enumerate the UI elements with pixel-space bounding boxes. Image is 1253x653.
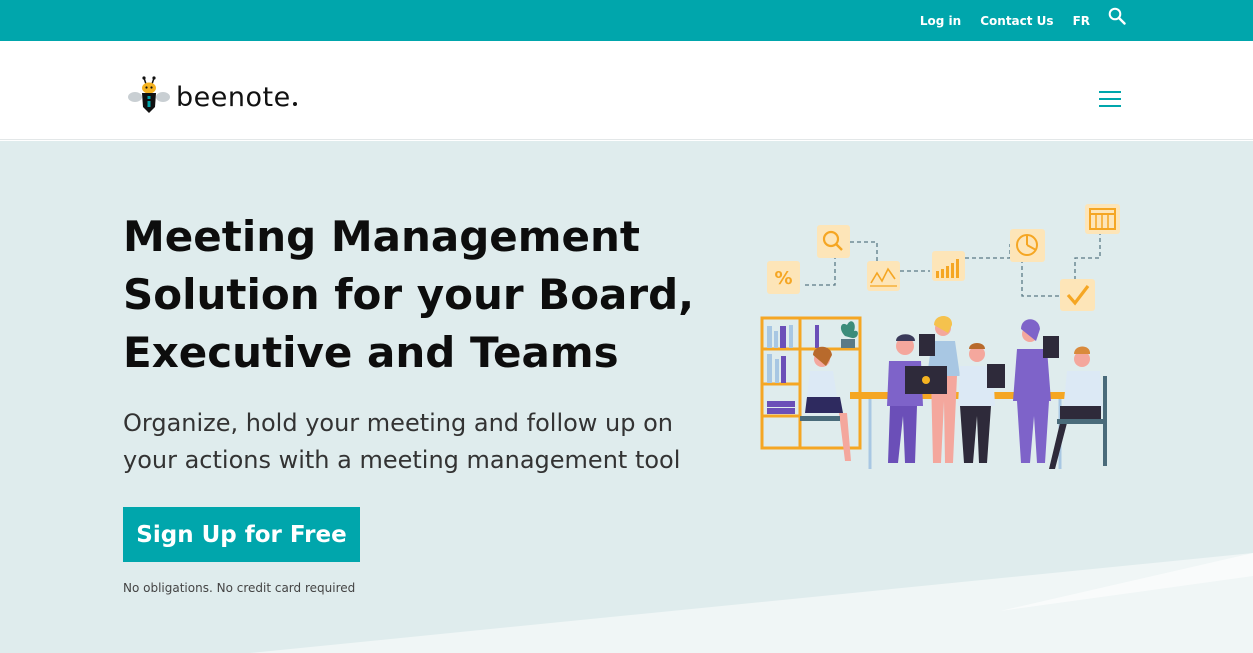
language-fr-link[interactable]: FR bbox=[1073, 14, 1090, 28]
plant-icon bbox=[840, 321, 858, 348]
meeting-illustration: % bbox=[760, 204, 1120, 469]
table-icon bbox=[1085, 204, 1120, 234]
search-icon[interactable] bbox=[1108, 7, 1126, 25]
hamburger-menu-icon[interactable] bbox=[1099, 91, 1121, 107]
hero-headline: Meeting Management Solution for your Boa… bbox=[123, 208, 723, 382]
subtitle-line: your actions with a meeting management t… bbox=[123, 446, 681, 474]
headline-line: Meeting Management bbox=[123, 212, 640, 261]
magnifier-icon bbox=[817, 225, 850, 258]
hero-subtitle: Organize, hold your meeting and follow u… bbox=[123, 405, 723, 479]
top-bar: Log in Contact Us FR bbox=[0, 0, 1253, 41]
sign-up-button[interactable]: Sign Up for Free bbox=[123, 507, 360, 562]
hero-section: Meeting Management Solution for your Boa… bbox=[0, 141, 1253, 653]
percent-icon: % bbox=[767, 261, 800, 294]
svg-text:%: % bbox=[774, 268, 792, 289]
signup-note: No obligations. No credit card required bbox=[123, 581, 356, 595]
bee-logo-icon bbox=[126, 75, 172, 119]
checkmark-icon bbox=[1060, 279, 1095, 311]
subtitle-line: Organize, hold your meeting and follow u… bbox=[123, 409, 674, 437]
contact-us-link[interactable]: Contact Us bbox=[980, 14, 1053, 28]
pie-chart-icon bbox=[1010, 229, 1045, 262]
headline-line: Solution for your Board, bbox=[123, 270, 695, 319]
site-header: beenote bbox=[0, 41, 1253, 140]
logo-dot bbox=[292, 102, 297, 106]
logo-wordmark: beenote bbox=[176, 81, 291, 113]
line-chart-icon bbox=[867, 261, 900, 291]
beenote-logo[interactable]: beenote bbox=[126, 75, 297, 119]
login-link[interactable]: Log in bbox=[920, 14, 961, 28]
bar-chart-icon bbox=[932, 251, 965, 281]
top-nav: Log in Contact Us FR bbox=[901, 0, 1126, 41]
headline-line: Executive and Teams bbox=[123, 328, 619, 377]
